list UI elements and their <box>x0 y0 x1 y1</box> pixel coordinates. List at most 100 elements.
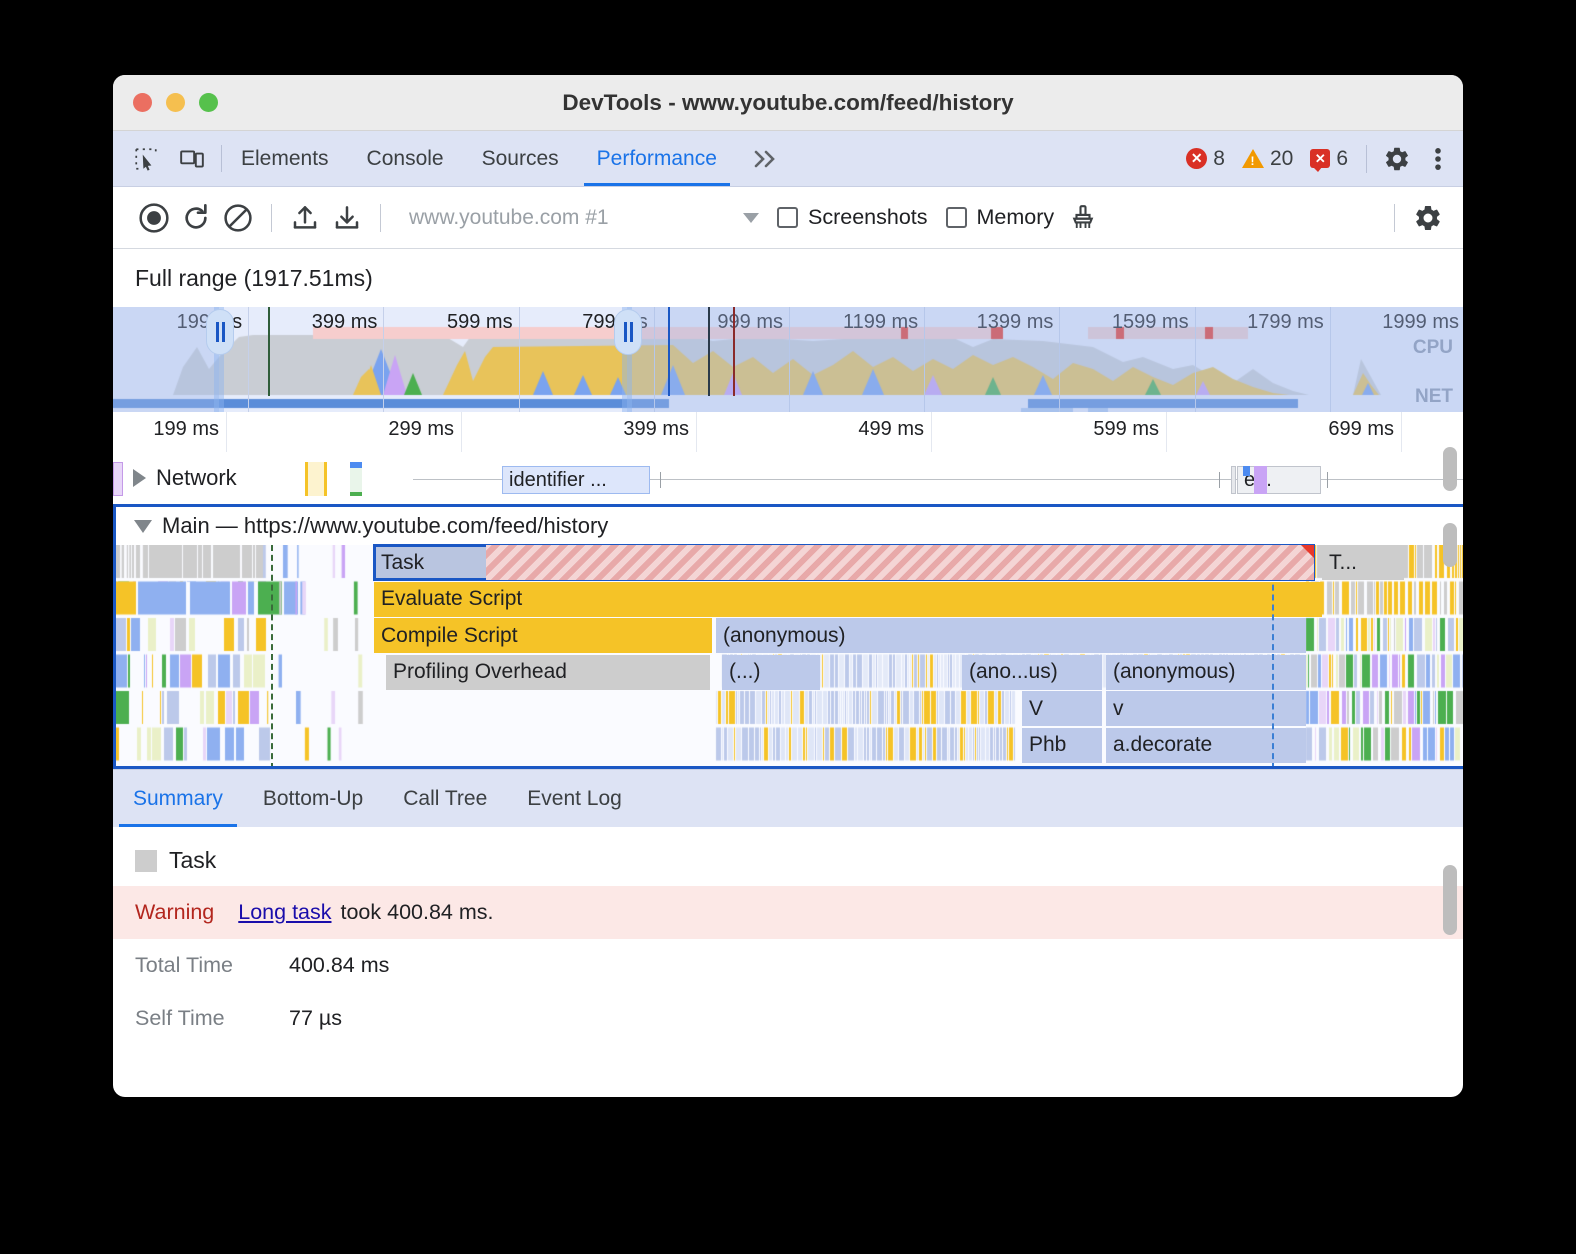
timeline-marker-fp <box>708 307 710 396</box>
tab-event-log[interactable]: Event Log <box>507 770 642 827</box>
flame-block[interactable]: (ano...us) <box>962 655 1102 690</box>
flame-block-label: Compile Script <box>381 624 518 648</box>
flame-block-label: Phb <box>1029 733 1066 757</box>
flame-block[interactable]: V <box>1022 691 1102 726</box>
network-request-label: identifier ... <box>509 469 607 492</box>
timeline-marker-lcp <box>733 307 735 396</box>
overview-dim-right <box>627 307 1463 412</box>
flame-block[interactable]: a.decorate <box>1106 728 1306 763</box>
reload-record-icon[interactable] <box>175 197 217 239</box>
tab-summary[interactable]: Summary <box>113 770 243 827</box>
error-count: 8 <box>1213 147 1225 171</box>
summary-event-name: Task <box>169 847 216 874</box>
event-color-swatch <box>135 850 157 872</box>
maximize-window-button[interactable] <box>199 93 218 112</box>
long-task-link[interactable]: Long task <box>238 900 331 925</box>
error-counter[interactable]: ✕ 8 <box>1181 147 1230 171</box>
window-controls[interactable] <box>133 93 218 112</box>
collapse-arrow-icon <box>134 520 152 533</box>
overview-tick <box>383 307 384 412</box>
close-window-button[interactable] <box>133 93 152 112</box>
issue-icon: ✕ <box>1310 149 1330 168</box>
flame-block-label: Task <box>381 551 424 575</box>
warning-counter[interactable]: 20 <box>1237 147 1298 171</box>
flame-block[interactable]: v <box>1106 691 1306 726</box>
capture-settings-gear-icon[interactable] <box>1407 197 1449 239</box>
record-icon[interactable] <box>133 197 175 239</box>
recording-selector[interactable]: www.youtube.com #1 <box>409 206 759 230</box>
flame-marker-dcl <box>271 545 273 769</box>
gear-icon[interactable] <box>1380 142 1414 176</box>
ruler-tick-label: 499 ms <box>858 418 931 441</box>
inspect-element-icon[interactable] <box>131 144 161 174</box>
summary-event-title: Task <box>113 827 1463 886</box>
warning-count: 20 <box>1270 147 1293 171</box>
flame-block[interactable]: (...) <box>722 655 820 690</box>
issue-count: 6 <box>1336 147 1348 171</box>
kebab-menu-icon[interactable] <box>1421 142 1455 176</box>
ruler-tick-label: 699 ms <box>1328 418 1401 441</box>
flame-block[interactable]: Phb <box>1022 728 1102 763</box>
screenshots-label: Screenshots <box>808 205 928 230</box>
flame-block-label: Profiling Overhead <box>393 660 567 684</box>
warning-icon <box>1242 149 1264 168</box>
flame-row: TaskT...T...k <box>116 545 1463 581</box>
network-track-header[interactable]: Network <box>133 465 237 491</box>
panel-tabs: Elements Console Sources Performance <box>222 131 736 186</box>
summary-self-time-row: Self Time 77 µs <box>113 992 1463 1045</box>
flame-row: Phb a.decorate <box>116 728 1463 764</box>
tab-sources[interactable]: Sources <box>463 131 578 186</box>
total-time-label: Total Time <box>135 953 289 978</box>
screenshots-checkbox[interactable]: Screenshots <box>777 205 928 230</box>
flame-block-label: a.decorate <box>1113 733 1212 757</box>
range-handle-right[interactable] <box>614 309 642 355</box>
flame-chart[interactable]: TaskT...T...kEvaluate ScriptF...kCompile… <box>116 545 1463 769</box>
self-time-value: 77 µs <box>289 1006 342 1031</box>
flame-block[interactable]: Compile Script <box>374 618 712 653</box>
chevron-double-right-icon[interactable] <box>736 131 794 186</box>
collect-garbage-icon[interactable] <box>1062 197 1104 239</box>
flame-block-label: (anonymous) <box>1113 660 1236 684</box>
overview-tick-label: 399 ms <box>312 311 384 334</box>
ruler-tick-label: 199 ms <box>153 418 226 441</box>
tab-elements[interactable]: Elements <box>222 131 348 186</box>
main-track-header-row[interactable]: Main — https://www.youtube.com/feed/hist… <box>134 513 608 539</box>
issues-counter[interactable]: ✕ 6 <box>1305 147 1353 171</box>
ruler-tick-label: 299 ms <box>388 418 461 441</box>
summary-total-time-row: Total Time 400.84 ms <box>113 939 1463 992</box>
flame-scrollbar[interactable] <box>1443 523 1457 567</box>
memory-checkbox[interactable]: Memory <box>946 205 1055 230</box>
upload-profile-icon[interactable] <box>284 197 326 239</box>
tab-performance[interactable]: Performance <box>578 131 736 186</box>
timeline-marker-load <box>668 307 670 396</box>
range-handle-left[interactable] <box>206 309 234 355</box>
clear-icon[interactable] <box>217 197 259 239</box>
device-toolbar-icon[interactable] <box>177 144 207 174</box>
long-task-hatch <box>486 545 1314 580</box>
warning-text: took 400.84 ms. <box>341 900 494 925</box>
tab-call-tree[interactable]: Call Tree <box>383 770 507 827</box>
flame-block[interactable]: Task <box>374 545 1314 580</box>
tab-console[interactable]: Console <box>348 131 463 186</box>
flame-block[interactable]: (anonymous) <box>1106 655 1306 690</box>
download-profile-icon[interactable] <box>326 197 368 239</box>
timeline-overview[interactable]: 199 ms399 ms599 ms799 ms999 ms1199 ms139… <box>113 307 1463 412</box>
flame-block[interactable]: Profiling Overhead <box>386 655 710 690</box>
recording-selector-value: www.youtube.com #1 <box>409 206 609 230</box>
flame-block[interactable]: Evaluate Script <box>374 582 1322 617</box>
flame-block[interactable]: (anonymous) <box>716 618 1306 653</box>
main-track-header[interactable]: Main — https://www.youtube.com/feed/hist… <box>116 507 1463 545</box>
main-track[interactable]: Main — https://www.youtube.com/feed/hist… <box>113 504 1463 769</box>
tab-bottom-up[interactable]: Bottom-Up <box>243 770 383 827</box>
network-request-bar[interactable]: identifier ... <box>502 466 650 494</box>
minimize-window-button[interactable] <box>166 93 185 112</box>
full-range-header: Full range (1917.51ms) <box>113 249 1463 307</box>
summary-scrollbar[interactable] <box>1443 865 1457 935</box>
window-title: DevTools - www.youtube.com/feed/history <box>113 90 1463 116</box>
ruler-scrollbar[interactable] <box>1443 447 1457 491</box>
total-time-value: 400.84 ms <box>289 953 389 978</box>
title-bar: DevTools - www.youtube.com/feed/history <box>113 75 1463 131</box>
overview-tick <box>248 307 249 412</box>
flame-block[interactable]: T... <box>1322 545 1404 580</box>
network-track[interactable]: Network identifier ... e... <box>113 452 1463 504</box>
